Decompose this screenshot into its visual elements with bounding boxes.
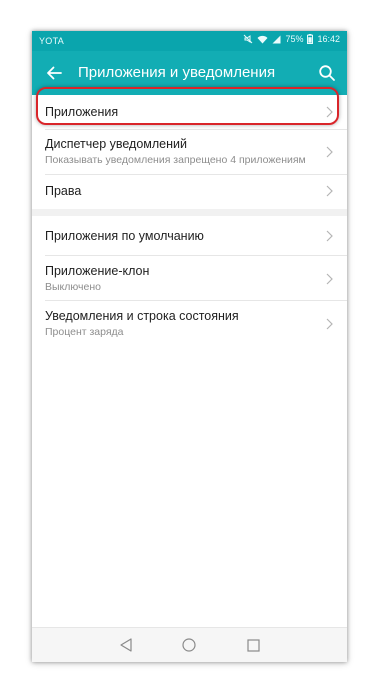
nav-recents-button[interactable] — [244, 636, 262, 654]
chevron-right-icon — [326, 146, 333, 158]
signal-icon — [272, 35, 281, 44]
clock: 16:42 — [317, 34, 340, 44]
list-item-default-apps[interactable]: Приложения по умолчанию — [32, 219, 347, 253]
list-item-title: Диспетчер уведомлений — [45, 137, 187, 151]
list-item-subtitle: Выключено — [45, 281, 101, 293]
highlight-frame — [36, 87, 339, 125]
page-title: Приложения и уведомления — [78, 64, 276, 81]
chevron-right-icon — [326, 185, 333, 197]
list-item-title: Права — [45, 184, 82, 198]
list-item-title: Приложение-клон — [45, 264, 150, 278]
chevron-right-icon — [326, 230, 333, 242]
navigation-bar — [32, 627, 347, 662]
nav-back-icon — [120, 638, 132, 652]
list-item-notification-manager[interactable]: Диспетчер уведомлений Показывать уведомл… — [32, 130, 347, 174]
battery-percent: 75% — [285, 34, 304, 44]
battery-icon — [307, 34, 314, 44]
search-button[interactable] — [315, 61, 339, 85]
list-item-notifications-status-bar[interactable]: Уведомления и строка состояния Процент з… — [32, 301, 347, 345]
list-item-title: Уведомления и строка состояния — [45, 309, 239, 323]
wifi-icon — [257, 35, 268, 44]
list-item-permissions[interactable]: Права — [32, 175, 347, 207]
nav-home-icon — [182, 638, 196, 652]
chevron-right-icon — [326, 318, 333, 330]
list-item-app-clone[interactable]: Приложение-клон Выключено — [32, 256, 347, 300]
list-item-title: Приложения по умолчанию — [45, 229, 204, 243]
list-item-subtitle: Процент заряда — [45, 326, 124, 338]
nav-back-button[interactable] — [117, 636, 135, 654]
section-separator — [32, 209, 347, 216]
mute-icon — [243, 34, 253, 44]
list-item-subtitle: Показывать уведомления запрещено 4 прило… — [45, 154, 306, 166]
chevron-right-icon — [326, 273, 333, 285]
status-icons: 75% 16:42 — [243, 34, 340, 44]
search-icon — [319, 65, 335, 81]
nav-home-button[interactable] — [180, 636, 198, 654]
carrier-label: YOTA — [39, 36, 65, 46]
back-button[interactable] — [42, 61, 66, 85]
back-arrow-icon — [47, 66, 62, 80]
nav-recents-icon — [246, 638, 260, 652]
settings-list: Приложения Диспетчер уведомлений Показыв… — [32, 95, 347, 628]
status-bar: YOTA 75% 16:42 — [32, 31, 347, 51]
phone-screen: YOTA 75% 16:42 Приложения и уведомления — [32, 31, 347, 662]
